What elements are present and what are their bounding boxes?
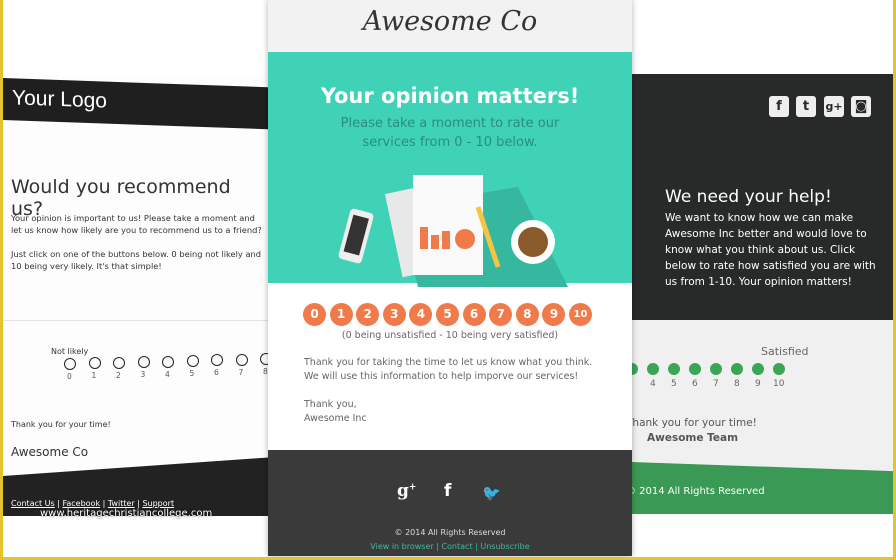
rating-radio[interactable] bbox=[88, 357, 101, 370]
right-body: We want to know how we can make Awesome … bbox=[665, 212, 876, 288]
rating-button-5[interactable]: 5 bbox=[436, 303, 459, 326]
instagram-icon[interactable]: ◙ bbox=[851, 96, 871, 117]
link-view-in-browser[interactable]: View in browser bbox=[370, 542, 433, 551]
center-brand-bar: Awesome Co bbox=[268, 0, 632, 52]
right-heading: We need your help! bbox=[665, 187, 832, 207]
rating-dot[interactable] bbox=[752, 363, 764, 375]
scale-number: 10 bbox=[773, 379, 785, 389]
hero-headline: Your opinion matters! bbox=[320, 84, 580, 108]
rating-radio[interactable] bbox=[113, 356, 125, 369]
scale-number: 4 bbox=[165, 369, 170, 379]
scale-label: Not likely bbox=[51, 347, 89, 356]
closing: Thank you, bbox=[304, 399, 357, 410]
right-email-template: f t g+ ◙ We need your help! We want to k… bbox=[632, 74, 893, 514]
divider bbox=[3, 320, 268, 321]
rating-dot[interactable] bbox=[689, 363, 701, 375]
rating-dot[interactable] bbox=[647, 363, 659, 375]
left-thanks: Thank you for your time! bbox=[11, 420, 111, 429]
watermark: www.heritagechristiancollege.com bbox=[40, 508, 213, 519]
link-support[interactable]: Support bbox=[142, 499, 174, 508]
link-facebook[interactable]: Facebook bbox=[62, 499, 100, 508]
link-twitter[interactable]: Twitter bbox=[108, 499, 135, 508]
scale-number: 7 bbox=[238, 367, 244, 377]
right-rating-section bbox=[632, 320, 893, 480]
center-footer-links: View in browser | Contact | Unsubscribe bbox=[370, 542, 530, 551]
google-plus-icon[interactable]: g+ bbox=[824, 96, 844, 117]
right-signature: Awesome Team bbox=[647, 432, 739, 444]
scale-number: 2 bbox=[116, 370, 121, 380]
twitter-icon[interactable]: 🐦 bbox=[482, 484, 501, 502]
scale-number: 3 bbox=[140, 370, 146, 380]
link-contact-us[interactable]: Contact Us bbox=[11, 499, 55, 508]
rating-radio[interactable] bbox=[260, 353, 268, 366]
brand-logo: Awesome Co bbox=[362, 6, 538, 37]
google-plus-icon[interactable]: g+ bbox=[397, 481, 416, 501]
rating-button-0[interactable]: 0 bbox=[303, 303, 326, 326]
rating-dot[interactable] bbox=[710, 363, 722, 375]
rating-radio[interactable] bbox=[235, 353, 248, 366]
left-email-template: Your Logo Would you recommend us? Your o… bbox=[3, 76, 268, 516]
hero-subheadline: Please take a moment to rate our service… bbox=[340, 116, 560, 150]
rating-button-8[interactable]: 8 bbox=[515, 303, 539, 326]
center-footer bbox=[268, 450, 632, 556]
right-thanks: Thank you for your time! bbox=[632, 417, 757, 429]
center-body: Thank you for taking the time to let us … bbox=[304, 356, 604, 426]
scale-caption: (0 being unsatisfied - 10 being very sat… bbox=[341, 330, 559, 341]
left-footer-links: Contact Us | Facebook | Twitter | Suppor… bbox=[11, 499, 175, 508]
desk-illustration-icon bbox=[338, 175, 568, 287]
scale-number: 8 bbox=[734, 379, 740, 389]
rating-dot[interactable] bbox=[668, 363, 680, 375]
body-text: Thank you for taking the time to let us … bbox=[304, 357, 593, 382]
left-para-1: Your opinion is important to us! Please … bbox=[11, 213, 262, 235]
rating-dot[interactable] bbox=[731, 363, 743, 375]
rating-dot[interactable] bbox=[773, 363, 785, 375]
facebook-icon[interactable]: f bbox=[444, 481, 451, 501]
center-email-template: Awesome Co Your opinion matters! Please … bbox=[268, 0, 632, 556]
rating-radio[interactable] bbox=[137, 356, 150, 369]
rating-button-7[interactable]: 7 bbox=[489, 303, 513, 326]
scale-number: 1 bbox=[91, 371, 97, 381]
scale-number: 7 bbox=[713, 379, 719, 389]
center-copyright: © 2014 All Rights Reserved bbox=[394, 528, 506, 537]
scale-number: 6 bbox=[692, 379, 698, 389]
rating-button-3[interactable]: 3 bbox=[382, 303, 406, 326]
rating-button-4[interactable]: 4 bbox=[409, 303, 433, 326]
scale-number: 6 bbox=[214, 368, 219, 378]
rating-radio[interactable] bbox=[186, 355, 199, 367]
scale-number: 5 bbox=[671, 379, 677, 389]
scale-number: 4 bbox=[650, 379, 656, 389]
center-signature: Awesome Inc bbox=[304, 413, 367, 424]
rating-radio[interactable] bbox=[64, 358, 76, 370]
scale-number: 0 bbox=[67, 372, 72, 381]
left-signature: Awesome Co bbox=[11, 445, 89, 459]
facebook-icon[interactable]: f bbox=[769, 96, 789, 117]
rating-button-6[interactable]: 6 bbox=[462, 303, 486, 326]
link-unsubscribe[interactable]: Unsubscribe bbox=[480, 542, 529, 551]
twitter-icon[interactable]: t bbox=[796, 96, 816, 117]
rating-radio[interactable] bbox=[162, 355, 174, 368]
left-header: Your Logo bbox=[3, 78, 268, 130]
rating-button-1[interactable]: 1 bbox=[329, 303, 353, 326]
rating-button-9[interactable]: 9 bbox=[542, 303, 566, 326]
right-copyright: © 2014 All Rights Reserved bbox=[632, 486, 765, 497]
logo: Your Logo bbox=[12, 86, 107, 113]
rating-radio[interactable] bbox=[211, 354, 223, 367]
satisfied-label: Satisfied bbox=[761, 345, 809, 358]
left-para-2: Just click on one of the buttons below. … bbox=[11, 249, 262, 271]
scale-number: 5 bbox=[189, 369, 195, 378]
link-contact[interactable]: Contact bbox=[441, 542, 472, 551]
rating-button-10[interactable]: 10 bbox=[569, 303, 592, 326]
rating-button-2[interactable]: 2 bbox=[356, 303, 380, 326]
scale-number: 9 bbox=[755, 379, 761, 389]
